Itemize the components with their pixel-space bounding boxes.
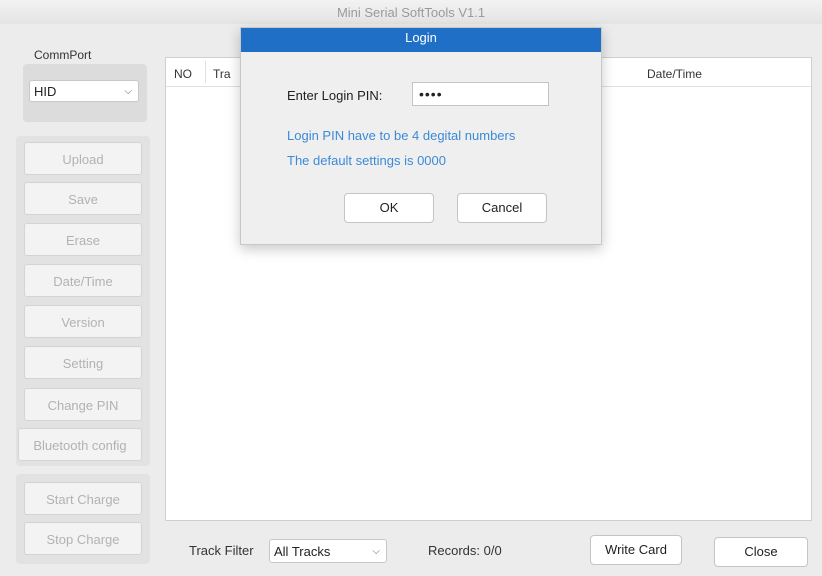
column-divider [205,61,206,83]
window-title: Mini Serial SoftTools V1.1 [0,0,822,24]
date-time-button[interactable]: Date/Time [24,264,142,297]
erase-button[interactable]: Erase [24,223,142,256]
cancel-button[interactable]: Cancel [457,193,547,223]
bluetooth-config-button[interactable]: Bluetooth config [18,428,142,461]
chevron-down-icon: ⌵ [372,546,380,557]
track-filter-label: Track Filter [189,543,254,558]
column-no[interactable]: NO [174,67,192,81]
write-card-button[interactable]: Write Card [590,535,682,565]
commport-select[interactable]: HID ⌵ [29,80,139,102]
column-datetime[interactable]: Date/Time [647,67,702,81]
track-filter-value: All Tracks [274,544,331,559]
version-button[interactable]: Version [24,305,142,338]
track-filter-select[interactable]: All Tracks ⌵ [269,539,387,563]
records-count: Records: 0/0 [428,543,502,558]
pin-label: Enter Login PIN: [287,88,383,103]
upload-button[interactable]: Upload [24,142,142,175]
dialog-title: Login [241,28,601,52]
action-button-panel: Upload Save Erase Date/Time Version Sett… [16,136,150,466]
column-track[interactable]: Tra [213,67,231,81]
default-pin-hint: The default settings is 0000 [287,153,446,168]
start-charge-button[interactable]: Start Charge [24,482,142,515]
commport-value: HID [34,84,57,99]
ok-button[interactable]: OK [344,193,434,223]
pin-input[interactable]: •••• [412,82,549,106]
setting-button[interactable]: Setting [24,346,142,379]
bottom-bar: Track Filter All Tracks ⌵ Records: 0/0 W… [0,525,822,576]
change-pin-button[interactable]: Change PIN [24,388,142,421]
chevron-down-icon: ⌵ [124,86,132,97]
login-dialog: Login Enter Login PIN: •••• Login PIN ha… [240,27,602,245]
commport-label: CommPort [34,48,92,62]
pin-hint: Login PIN have to be 4 degital numbers [287,128,516,143]
save-button[interactable]: Save [24,182,142,215]
commport-group: HID ⌵ [23,64,147,122]
close-button[interactable]: Close [714,537,808,567]
